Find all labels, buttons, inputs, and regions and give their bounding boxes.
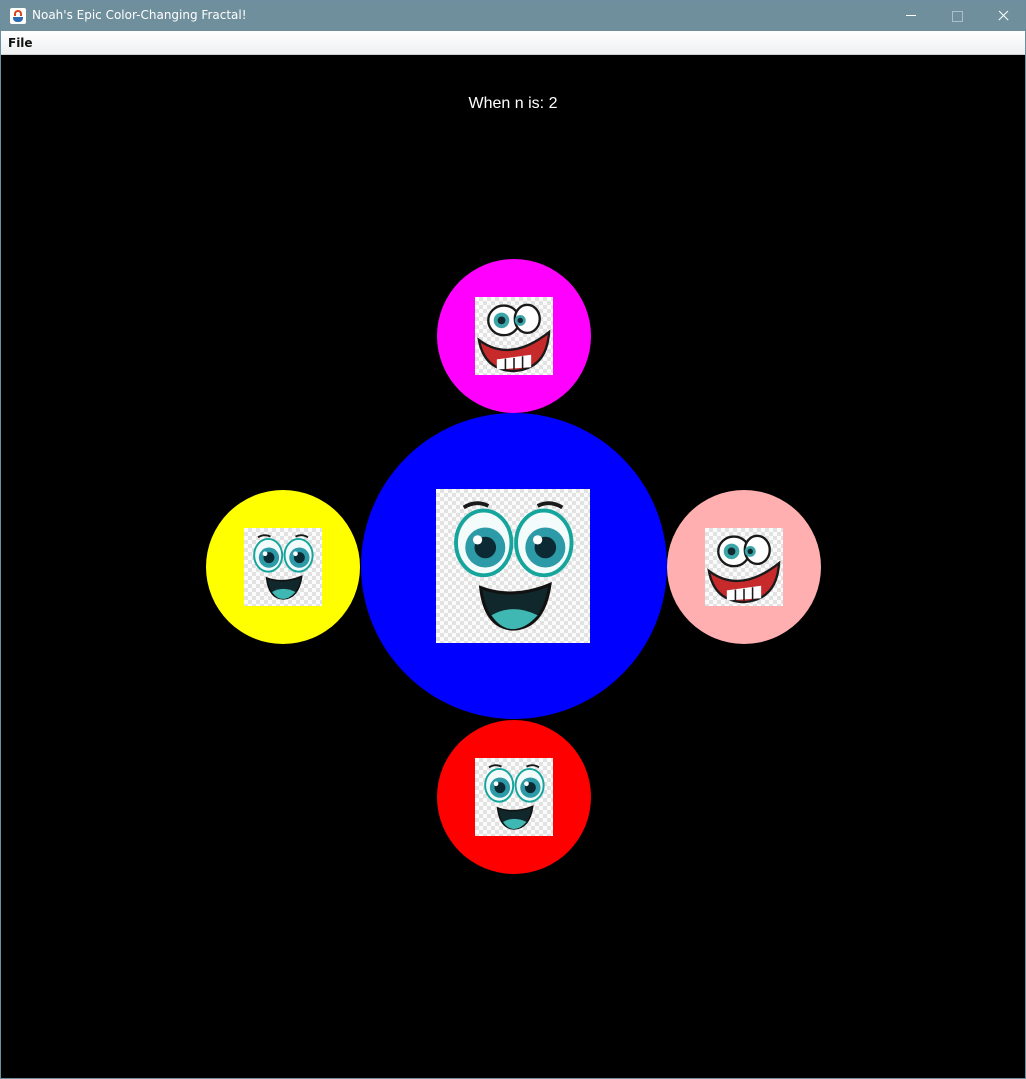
java-app-icon (10, 8, 26, 24)
window-title: Noah's Epic Color-Changing Fractal! (32, 8, 247, 22)
menu-file[interactable]: File (8, 36, 33, 50)
maximize-icon[interactable] (934, 1, 980, 31)
fractal-canvas: When n is: 2 (1, 55, 1025, 1078)
goofy-face-icon (705, 528, 783, 606)
app-window: Noah's Epic Color-Changing Fractal! File… (0, 0, 1026, 1079)
title-bar[interactable]: Noah's Epic Color-Changing Fractal! (1, 1, 1025, 31)
close-icon[interactable] (980, 1, 1026, 31)
happy-face-icon (244, 528, 322, 606)
menu-bar: File (1, 31, 1025, 55)
minimize-icon[interactable] (888, 1, 934, 31)
goofy-face-icon (475, 297, 553, 375)
happy-face-icon (436, 489, 590, 643)
iteration-caption: When n is: 2 (468, 95, 558, 112)
happy-face-icon (475, 758, 553, 836)
